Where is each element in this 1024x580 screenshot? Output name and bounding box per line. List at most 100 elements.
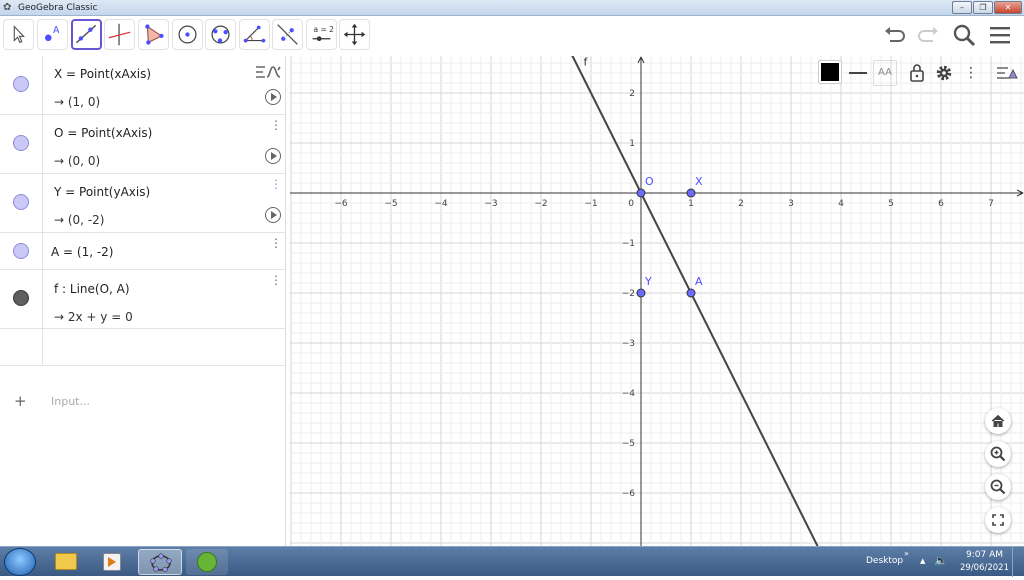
close-button[interactable]: ✕ xyxy=(994,1,1022,14)
graphics-view[interactable]: −6 −5 −4 −3 −2 −1 0 1 2 3 4 5 6 7 2 1 −1 −2 −3 −4 −5 −6 f O X Y A … xyxy=(290,56,1024,546)
media-player-taskbar-icon[interactable] xyxy=(92,549,132,575)
algebra-item[interactable]: A = (1, -2) ⋮ xyxy=(0,233,286,270)
graph-canvas[interactable]: −6 −5 −4 −3 −2 −1 0 1 2 3 4 5 6 7 2 1 −1 −2 −3 −4 −5 −6 f O X Y A xyxy=(290,56,1024,546)
circle-three-points-tool-button[interactable] xyxy=(205,19,236,50)
clock-time[interactable]: 9:07 AM xyxy=(966,550,1003,560)
x-tick-label: 4 xyxy=(838,199,844,209)
y-tick-label: −3 xyxy=(622,339,635,349)
x-tick-label: −6 xyxy=(334,199,348,209)
point-label-Y: Y xyxy=(644,275,652,288)
add-icon[interactable]: + xyxy=(14,392,27,410)
desktop-toolbar-label[interactable]: Desktop xyxy=(866,556,903,566)
visibility-toggle[interactable] xyxy=(13,290,29,306)
x-tick-label: 1 xyxy=(688,199,694,209)
item-value: → (0, -2) xyxy=(54,213,105,227)
window-title: GeoGebra Classic xyxy=(18,3,98,13)
y-tick-label: 2 xyxy=(629,89,635,99)
lock-icon[interactable] xyxy=(907,60,927,86)
file-explorer-taskbar-icon[interactable] xyxy=(46,549,86,575)
clock-date[interactable]: 29/06/2021 xyxy=(960,563,1009,573)
more-options-icon[interactable]: ⋮ xyxy=(964,60,978,86)
minimize-button[interactable]: – xyxy=(952,1,972,14)
point-A xyxy=(686,288,696,298)
algebra-item[interactable]: Y = Point(yAxis) → (0, -2) ⋮ xyxy=(0,174,286,233)
undo-icon[interactable] xyxy=(881,22,907,48)
geogebra-icon: ✿ xyxy=(3,2,12,13)
chevron-icon[interactable]: » xyxy=(904,549,909,558)
zoom-out-icon[interactable] xyxy=(985,474,1011,500)
x-tick-label: 0 xyxy=(628,199,634,209)
line-tool-button[interactable] xyxy=(71,19,102,50)
start-button[interactable] xyxy=(4,548,36,576)
x-tick-label: −4 xyxy=(434,199,448,209)
search-icon[interactable] xyxy=(951,22,977,48)
algebra-settings-icon[interactable] xyxy=(253,62,283,82)
point-O xyxy=(636,188,646,198)
x-tick-label: −3 xyxy=(484,199,497,209)
visibility-toggle[interactable] xyxy=(13,76,29,92)
algebra-item[interactable]: O = Point(xAxis) → (0, 0) ⋮ xyxy=(0,115,286,174)
x-tick-label: 6 xyxy=(938,199,944,209)
y-tick-label: −4 xyxy=(622,389,636,399)
item-definition[interactable]: O = Point(xAxis) xyxy=(54,126,152,140)
more-options-icon[interactable]: ⋮ xyxy=(270,119,282,131)
zoom-in-icon[interactable] xyxy=(985,441,1011,467)
volume-icon[interactable]: 🔈 xyxy=(934,554,948,567)
play-icon[interactable] xyxy=(265,89,281,105)
item-value: → (0, 0) xyxy=(54,154,101,168)
y-tick-label: −1 xyxy=(622,239,635,249)
y-tick-label: −5 xyxy=(622,439,635,449)
point-label-O: O xyxy=(645,175,654,188)
point-label-A: A xyxy=(695,275,703,288)
show-hidden-icons-icon[interactable]: ▲ xyxy=(920,557,925,565)
move-tool-button[interactable] xyxy=(3,19,34,50)
svg-text:A: A xyxy=(53,25,60,36)
redo-icon[interactable] xyxy=(916,22,942,48)
algebra-item[interactable]: f : Line(O, A) → 2x + y = 0 ⋮ xyxy=(0,270,286,329)
slider-tool-label: a = 2 xyxy=(314,25,334,34)
settings-gear-icon[interactable] xyxy=(933,60,955,86)
app-taskbar-icon[interactable] xyxy=(186,549,228,575)
item-definition[interactable]: A = (1, -2) xyxy=(51,245,113,259)
input-bar[interactable]: Input... xyxy=(51,395,90,408)
algebra-item[interactable]: X = Point(xAxis) → (1, 0) xyxy=(0,56,286,115)
point-tool-button[interactable]: A xyxy=(37,19,68,50)
geogebra-taskbar-icon[interactable] xyxy=(138,549,182,575)
more-options-icon[interactable]: ⋮ xyxy=(270,274,282,286)
point-label-X: X xyxy=(695,175,703,188)
graphics-style-toggle-icon[interactable] xyxy=(995,60,1021,86)
input-row[interactable] xyxy=(0,329,286,366)
item-value: → 2x + y = 0 xyxy=(54,310,133,324)
line-style-button[interactable] xyxy=(847,60,869,86)
maximize-button[interactable]: ❐ xyxy=(973,1,993,14)
show-desktop-button[interactable] xyxy=(1012,547,1024,577)
title-bar: ✿ GeoGebra Classic – ❐ ✕ xyxy=(0,0,1024,16)
fullscreen-icon[interactable] xyxy=(985,507,1011,533)
visibility-toggle[interactable] xyxy=(13,194,29,210)
more-options-icon[interactable]: ⋮ xyxy=(270,237,282,249)
polygon-tool-button[interactable] xyxy=(138,19,169,50)
move-graphics-tool-button[interactable] xyxy=(339,19,370,50)
play-icon[interactable] xyxy=(265,148,281,164)
x-tick-label: −5 xyxy=(384,199,397,209)
circle-tool-button[interactable] xyxy=(172,19,203,50)
item-definition[interactable]: Y = Point(yAxis) xyxy=(54,185,150,199)
item-definition[interactable]: f : Line(O, A) xyxy=(54,282,130,296)
angle-tool-button[interactable] xyxy=(239,19,270,50)
perpendicular-tool-button[interactable] xyxy=(104,19,135,50)
y-tick-label: −2 xyxy=(622,289,635,299)
visibility-toggle[interactable] xyxy=(13,243,29,259)
color-button[interactable] xyxy=(818,60,842,84)
x-tick-label: −2 xyxy=(534,199,547,209)
more-options-icon[interactable]: ⋮ xyxy=(270,178,282,190)
line-f-label: f xyxy=(584,56,589,69)
font-size-button[interactable]: AA xyxy=(873,60,897,86)
visibility-toggle[interactable] xyxy=(13,135,29,151)
home-icon[interactable] xyxy=(985,408,1011,434)
item-definition[interactable]: X = Point(xAxis) xyxy=(54,67,151,81)
play-icon[interactable] xyxy=(265,207,281,223)
reflect-tool-button[interactable] xyxy=(272,19,303,50)
slider-tool-button[interactable]: a = 2 xyxy=(306,19,337,50)
main-menu-icon[interactable] xyxy=(987,22,1013,48)
x-tick-label: 3 xyxy=(788,199,794,209)
